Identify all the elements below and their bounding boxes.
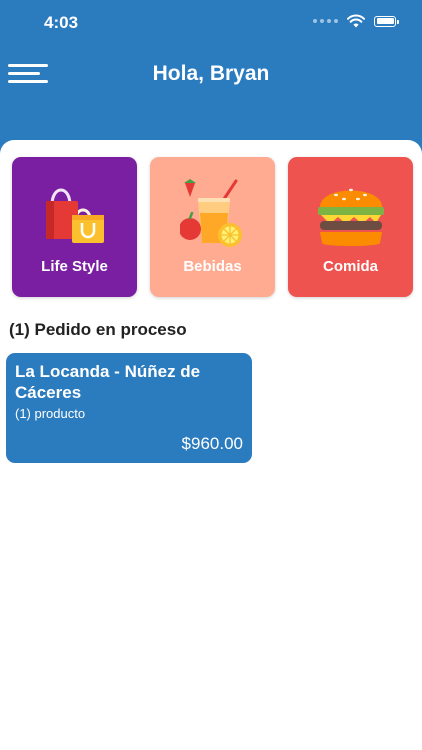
category-cards: Life Style Bebidas Comida <box>12 157 413 297</box>
order-product-count: (1) producto <box>15 406 86 421</box>
status-icons <box>313 14 399 28</box>
app-header: 4:03 Hola, Bryan <box>0 0 422 160</box>
category-label: Bebidas <box>183 258 242 275</box>
signal-icon <box>313 19 338 23</box>
order-card[interactable]: La Locanda - Núñez de Cáceres (1) produc… <box>6 353 252 463</box>
category-card-life-style[interactable]: Life Style <box>12 157 137 297</box>
orders-section-title: (1) Pedido en proceso <box>9 320 187 339</box>
category-card-comida[interactable]: Comida <box>288 157 413 297</box>
shopping-bags-icon <box>46 188 104 243</box>
main-content: Life Style Bebidas Comida (1) Pedido en … <box>0 140 422 750</box>
battery-icon <box>374 15 399 27</box>
category-label: Comida <box>322 258 378 275</box>
status-time: 4:03 <box>44 13 79 32</box>
category-card-bebidas[interactable]: Bebidas <box>150 157 275 297</box>
order-restaurant-name: La Locanda - Núñez de Cáceres <box>15 362 201 402</box>
juice-drink-icon <box>180 179 242 247</box>
order-price: $960.00 <box>181 434 243 453</box>
burger-icon <box>318 188 384 246</box>
greeting-title: Hola, Bryan <box>152 62 270 85</box>
wifi-icon <box>347 14 365 28</box>
category-label: Life Style <box>41 258 108 275</box>
